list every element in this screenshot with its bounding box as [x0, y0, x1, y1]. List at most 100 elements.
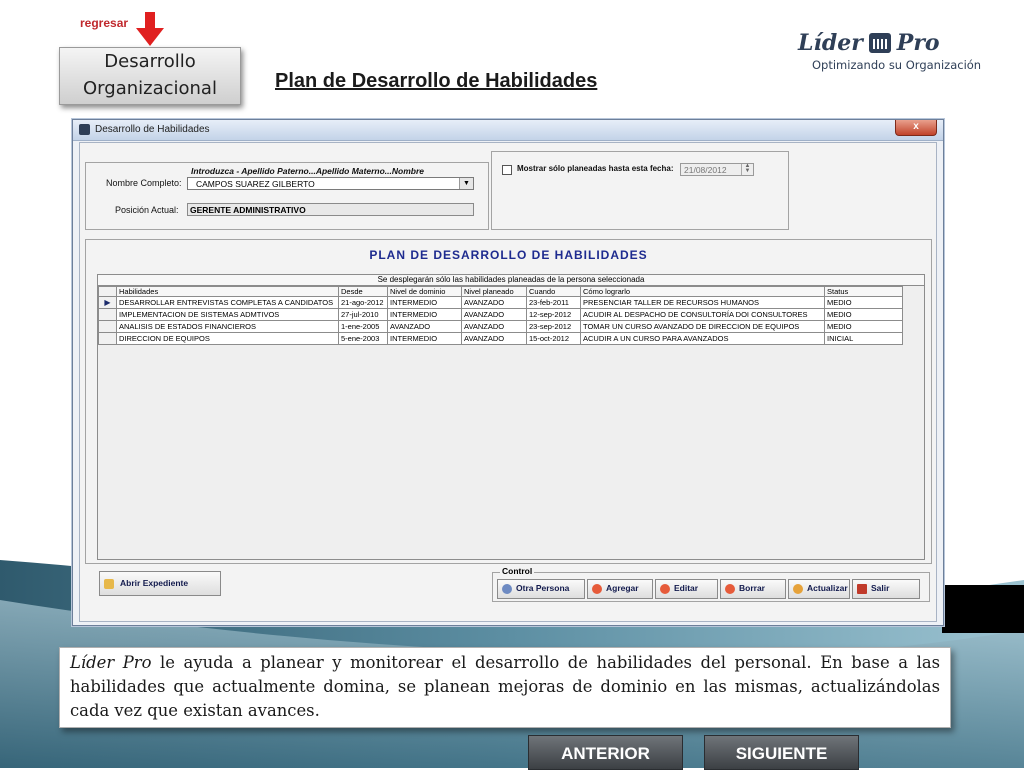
next-button[interactable]: SIGUIENTE	[704, 735, 859, 770]
add-label: Agregar	[606, 583, 639, 593]
table-cell[interactable]: AVANZADO	[461, 308, 527, 321]
section-line1: Desarrollo	[104, 51, 196, 72]
table-row[interactable]: IMPLEMENTACION DE SISTEMAS ADMTIVOS 27-ju…	[98, 308, 903, 321]
table-cell[interactable]: ACUDIR AL DESPACHO DE CONSULTORÍA DOI CO…	[580, 308, 825, 321]
logo-name-left: Líder	[798, 30, 863, 56]
minus-icon	[725, 583, 735, 594]
table-cell[interactable]: 21-ago-2012	[338, 296, 388, 309]
plan-title: PLAN DE DESARROLLO DE HABILIDADES	[369, 248, 648, 262]
habilities-grid: Se desplegarán sólo las habilidades plan…	[97, 274, 925, 560]
table-cell[interactable]: TOMAR UN CURSO AVANZADO DE DIRECCION DE …	[580, 320, 825, 333]
table-row[interactable]: ANALISIS DE ESTADOS FINANCIEROS 1-ene-200…	[98, 320, 903, 333]
row-header[interactable]	[98, 320, 117, 333]
table-row[interactable]: DIRECCION DE EQUIPOS 5-ene-2003 INTERMEDIO…	[98, 332, 903, 345]
section-button[interactable]: Desarrollo Organizacional	[59, 47, 241, 105]
person-group: Introduzca - Apellido Paterno...Apellido…	[85, 162, 489, 230]
table-cell[interactable]: 1-ene-2005	[338, 320, 388, 333]
table-cell[interactable]: MEDIO	[824, 320, 903, 333]
table-cell[interactable]: INTERMEDIO	[387, 332, 462, 345]
table-cell[interactable]: INICIAL	[824, 332, 903, 345]
table-cell[interactable]: 5-ene-2003	[338, 332, 388, 345]
filter-checkbox[interactable]	[502, 165, 512, 175]
exit-label: Salir	[871, 583, 890, 593]
brand-logo: Líder Pro Optimizando su Organización	[798, 30, 988, 72]
table-row[interactable]: ▶ DESARROLLAR ENTREVISTAS COMPLETAS A CAN…	[98, 296, 903, 309]
table-cell[interactable]: 23-feb-2011	[526, 296, 581, 309]
table-cell[interactable]: MEDIO	[824, 296, 903, 309]
table-cell[interactable]: INTERMEDIO	[387, 308, 462, 321]
table-cell[interactable]: 15-oct-2012	[526, 332, 581, 345]
table-cell[interactable]: 27-jul-2010	[338, 308, 388, 321]
table-cell[interactable]: AVANZADO	[461, 320, 527, 333]
back-link[interactable]: regresar	[80, 16, 128, 30]
prev-button[interactable]: ANTERIOR	[528, 735, 683, 770]
logo-building-icon	[868, 33, 891, 53]
table-cell[interactable]: AVANZADO	[461, 332, 527, 345]
filter-date-value: 21/08/2012	[684, 165, 727, 175]
open-file-label: Abrir Expediente	[120, 578, 189, 588]
window-title: Desarrollo de Habilidades	[95, 124, 210, 135]
description-brand: Líder Pro	[70, 653, 152, 672]
current-row-indicator-icon[interactable]: ▶	[98, 296, 117, 309]
delete-button[interactable]: Borrar	[720, 579, 786, 599]
table-cell[interactable]: ACUDIR A UN CURSO PARA AVANZADOS	[580, 332, 825, 345]
column-header[interactable]: Desde	[338, 286, 388, 297]
position-label: Posición Actual:	[115, 205, 179, 215]
open-file-button[interactable]: Abrir Expediente	[99, 571, 221, 596]
table-cell[interactable]: AVANZADO	[387, 320, 462, 333]
search-hint: Introduzca - Apellido Paterno...Apellido…	[191, 166, 424, 176]
name-combo[interactable]: CAMPOS SUAREZ GILBERTO ▼	[187, 177, 474, 190]
column-header[interactable]: Status	[824, 286, 903, 297]
folder-icon	[104, 578, 114, 589]
table-cell[interactable]: 12-sep-2012	[526, 308, 581, 321]
column-header[interactable]: Nivel planeado	[461, 286, 527, 297]
row-header[interactable]	[98, 332, 117, 345]
table-cell[interactable]: AVANZADO	[461, 296, 527, 309]
refresh-icon	[793, 583, 803, 594]
other-person-label: Otra Persona	[516, 583, 570, 593]
name-value: CAMPOS SUAREZ GILBERTO	[196, 179, 315, 189]
control-legend: Control	[500, 566, 535, 576]
delete-label: Borrar	[739, 583, 765, 593]
grid-table: Habilidades Desde Nivel de dominio Nivel…	[98, 286, 903, 345]
window-titlebar[interactable]: Desarrollo de Habilidades x	[73, 120, 943, 141]
app-icon	[79, 124, 90, 135]
plan-group: PLAN DE DESARROLLO DE HABILIDADES Se des…	[85, 239, 932, 564]
exit-button[interactable]: Salir	[852, 579, 920, 599]
logo-tagline: Optimizando su Organización	[812, 58, 982, 72]
table-cell[interactable]: DESARROLLAR ENTREVISTAS COMPLETAS A CAND…	[116, 296, 339, 309]
other-person-button[interactable]: Otra Persona	[497, 579, 585, 599]
column-header[interactable]: Nivel de dominio	[387, 286, 462, 297]
description-box: Líder Pro le ayuda a planear y monitorea…	[59, 647, 951, 728]
table-cell[interactable]: INTERMEDIO	[387, 296, 462, 309]
exit-icon	[857, 583, 867, 594]
plus-icon	[592, 583, 602, 594]
update-label: Actualizar	[807, 583, 848, 593]
spinner-icon[interactable]: ▲ ▼	[741, 163, 753, 175]
table-cell[interactable]: PRESENCIAR TALLER DE RECURSOS HUMANOS	[580, 296, 825, 309]
filter-date-field[interactable]: 21/08/2012 ▲ ▼	[680, 163, 754, 176]
position-field: GERENTE ADMINISTRATIVO	[187, 203, 474, 216]
users-icon	[502, 583, 512, 594]
table-cell[interactable]: DIRECCION DE EQUIPOS	[116, 332, 339, 345]
table-cell[interactable]: IMPLEMENTACION DE SISTEMAS ADMTIVOS	[116, 308, 339, 321]
table-cell[interactable]: 23-sep-2012	[526, 320, 581, 333]
column-header[interactable]: Cuando	[526, 286, 581, 297]
add-button[interactable]: Agregar	[587, 579, 653, 599]
row-header[interactable]	[98, 308, 117, 321]
arrow-down-icon[interactable]	[136, 12, 164, 46]
edit-button[interactable]: Editar	[655, 579, 718, 599]
grid-caption: Se desplegarán sólo las habilidades plan…	[98, 275, 924, 286]
table-cell[interactable]: ANALISIS DE ESTADOS FINANCIEROS	[116, 320, 339, 333]
description-text: le ayuda a planear y monitorear el desar…	[70, 653, 940, 720]
update-button[interactable]: Actualizar	[788, 579, 850, 599]
close-icon[interactable]: x	[895, 120, 937, 136]
app-window: Desarrollo de Habilidades x Introduzca -…	[72, 119, 944, 626]
section-line2: Organizacional	[83, 78, 217, 99]
column-header[interactable]: Cómo lograrlo	[580, 286, 825, 297]
chevron-down-icon[interactable]: ▼	[459, 178, 473, 189]
filter-group: Mostrar sólo planeadas hasta esta fecha:…	[491, 151, 789, 230]
table-cell[interactable]: MEDIO	[824, 308, 903, 321]
column-header[interactable]: Habilidades	[116, 286, 339, 297]
row-header-corner	[98, 286, 117, 297]
